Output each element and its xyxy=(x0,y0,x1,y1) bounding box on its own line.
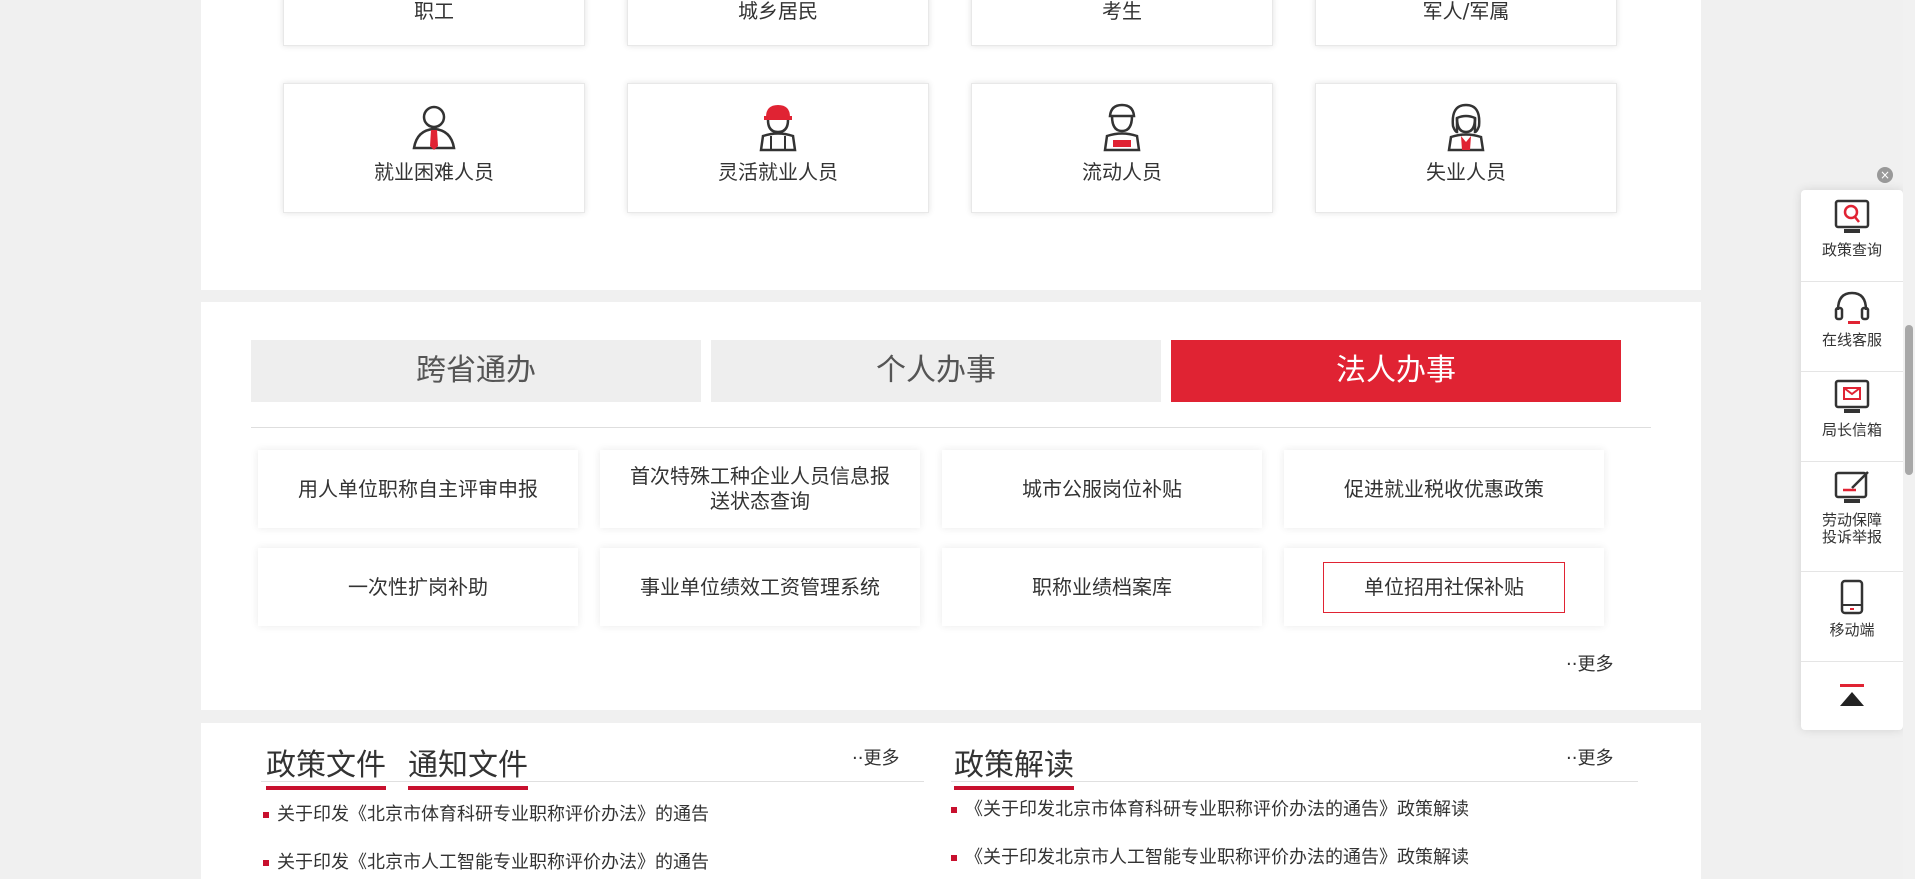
mobile-icon xyxy=(1840,579,1864,615)
person-card-resident[interactable]: 城乡居民 xyxy=(627,0,929,46)
policy-search-icon xyxy=(1834,199,1870,233)
service-item[interactable]: 事业单位绩效工资管理系统 xyxy=(600,548,920,626)
person-card-examinee[interactable]: 考生 xyxy=(971,0,1273,46)
headset-icon xyxy=(1834,291,1870,324)
person-label: 军人/军属 xyxy=(1422,0,1510,23)
policy-list-item[interactable]: 关于印发《北京市体育科研专业职称评价办法》的通告 xyxy=(263,800,709,826)
sidebar-item-director-mailbox[interactable]: 局长信箱 xyxy=(1801,378,1903,462)
mailbox-icon xyxy=(1834,379,1870,413)
sidebar-label: 政策查询 xyxy=(1821,241,1882,259)
sidebar-item-online-service[interactable]: 在线客服 xyxy=(1801,288,1903,372)
policy-item-text: 关于印发《北京市人工智能专业职称评价办法》的通告 xyxy=(277,852,709,873)
person-label: 流动人员 xyxy=(1082,160,1162,184)
person-card-military[interactable]: 军人/军属 xyxy=(1315,0,1617,46)
sidebar-close-button[interactable]: × xyxy=(1877,167,1893,183)
service-item[interactable]: 职称业绩档案库 xyxy=(942,548,1262,626)
policy-divider xyxy=(261,781,924,782)
scrollbar-thumb[interactable] xyxy=(1905,325,1913,475)
service-item[interactable]: 城市公服岗位补贴 xyxy=(942,450,1262,528)
policy-list-item[interactable]: 关于印发《北京市人工智能专业职称评价办法》的通告 xyxy=(263,848,709,874)
service-label: 一次性扩岗补助 xyxy=(348,574,488,599)
service-label: 促进就业税收优惠政策 xyxy=(1344,476,1544,501)
service-panel: 跨省通办 个人办事 法人办事 用人单位职称自主评审申报 首次特殊工种企业人员信息… xyxy=(201,302,1701,710)
service-label: 职称业绩档案库 xyxy=(1032,574,1172,599)
policy-panel: 政策文件 通知文件 ··更多 关于印发《北京市体育科研专业职称评价办法》的通告 … xyxy=(201,723,1701,879)
sidebar-item-mobile[interactable]: 移动端 xyxy=(1801,578,1903,662)
person-card-unemployed[interactable]: 失业人员 xyxy=(1315,83,1617,213)
interpret-more-link[interactable]: ··更多 xyxy=(1566,744,1613,770)
sidebar-label: 在线客服 xyxy=(1821,331,1882,349)
person-card-mobile-personnel[interactable]: 流动人员 xyxy=(971,83,1273,213)
sidebar-label: 局长信箱 xyxy=(1821,421,1882,439)
interpret-list-item[interactable]: 《关于印发北京市人工智能专业职称评价办法的通告》政策解读 xyxy=(951,843,1469,869)
tab-cross-province[interactable]: 跨省通办 xyxy=(251,340,701,402)
person-label: 灵活就业人员 xyxy=(718,160,838,184)
person-card-flexible-employment[interactable]: 灵活就业人员 xyxy=(627,83,929,213)
interpret-divider xyxy=(951,781,1638,782)
page-scrollbar[interactable] xyxy=(1903,0,1915,879)
person-label: 就业困难人员 xyxy=(374,160,494,184)
bullet xyxy=(951,855,957,861)
person-tie-icon xyxy=(412,105,456,150)
worker-helmet-icon xyxy=(759,105,797,152)
service-item-highlighted[interactable]: 单位招用社保补贴 xyxy=(1284,548,1604,626)
back-to-top-button[interactable] xyxy=(1801,668,1903,724)
person-card-employment-difficulty[interactable]: 就业困难人员 xyxy=(283,83,585,213)
sidebar-item-policy-query[interactable]: 政策查询 xyxy=(1801,198,1903,282)
sidebar-label: 移动端 xyxy=(1829,621,1875,639)
person-card-employee[interactable]: 职工 xyxy=(283,0,585,46)
interpret-title[interactable]: 政策解读 xyxy=(954,740,1074,790)
service-item[interactable]: 促进就业税收优惠政策 xyxy=(1284,450,1604,528)
tab-notice-documents[interactable]: 通知文件 xyxy=(408,740,528,790)
tab-corporate-affairs[interactable]: 法人办事 xyxy=(1171,340,1621,402)
person-label: 考生 xyxy=(1102,0,1142,23)
interpret-item-text: 《关于印发北京市体育科研专业职称评价办法的通告》政策解读 xyxy=(965,799,1469,820)
tab-divider xyxy=(251,427,1651,428)
woman-icon xyxy=(1447,103,1485,152)
service-item[interactable]: 首次特殊工种企业人员信息报送状态查询 xyxy=(600,450,920,528)
back-to-top-icon xyxy=(1840,684,1864,706)
interpret-item-text: 《关于印发北京市人工智能专业职称评价办法的通告》政策解读 xyxy=(965,847,1469,868)
service-label: 用人单位职称自主评审申报 xyxy=(298,476,538,501)
bullet xyxy=(263,860,269,866)
floating-sidebar: 政策查询 在线客服 局长信箱 劳动保障投诉举报 移动端 xyxy=(1801,190,1903,730)
services-more-link[interactable]: ··更多 xyxy=(1566,650,1613,676)
interpret-list-item[interactable]: 《关于印发北京市体育科研专业职称评价办法的通告》政策解读 xyxy=(951,795,1469,821)
sidebar-item-complaint-report[interactable]: 劳动保障投诉举报 xyxy=(1801,468,1903,572)
person-label: 城乡居民 xyxy=(738,0,818,23)
service-label: 事业单位绩效工资管理系统 xyxy=(640,574,880,599)
person-category-panel: 职工 城乡居民 考生 军人/军属 就业困难人员 灵活就业人员 流动人员 失业人员 xyxy=(201,0,1701,290)
service-label: 单位招用社保补贴 xyxy=(1323,561,1565,613)
person-label: 失业人员 xyxy=(1426,160,1506,184)
policy-more-link[interactable]: ··更多 xyxy=(852,744,899,770)
policy-item-text: 关于印发《北京市体育科研专业职称评价办法》的通告 xyxy=(277,804,709,825)
service-item[interactable]: 一次性扩岗补助 xyxy=(258,548,578,626)
bullet xyxy=(951,807,957,813)
person-cap-icon xyxy=(1103,103,1141,152)
person-label: 职工 xyxy=(414,0,454,23)
tab-personal-affairs[interactable]: 个人办事 xyxy=(711,340,1161,402)
bullet xyxy=(263,812,269,818)
sidebar-label: 劳动保障投诉举报 xyxy=(1821,511,1882,546)
tab-policy-documents[interactable]: 政策文件 xyxy=(266,740,386,790)
service-label: 城市公服岗位补贴 xyxy=(1022,476,1182,501)
service-label: 首次特殊工种企业人员信息报送状态查询 xyxy=(630,464,890,513)
complaint-icon xyxy=(1834,471,1869,503)
service-item[interactable]: 用人单位职称自主评审申报 xyxy=(258,450,578,528)
